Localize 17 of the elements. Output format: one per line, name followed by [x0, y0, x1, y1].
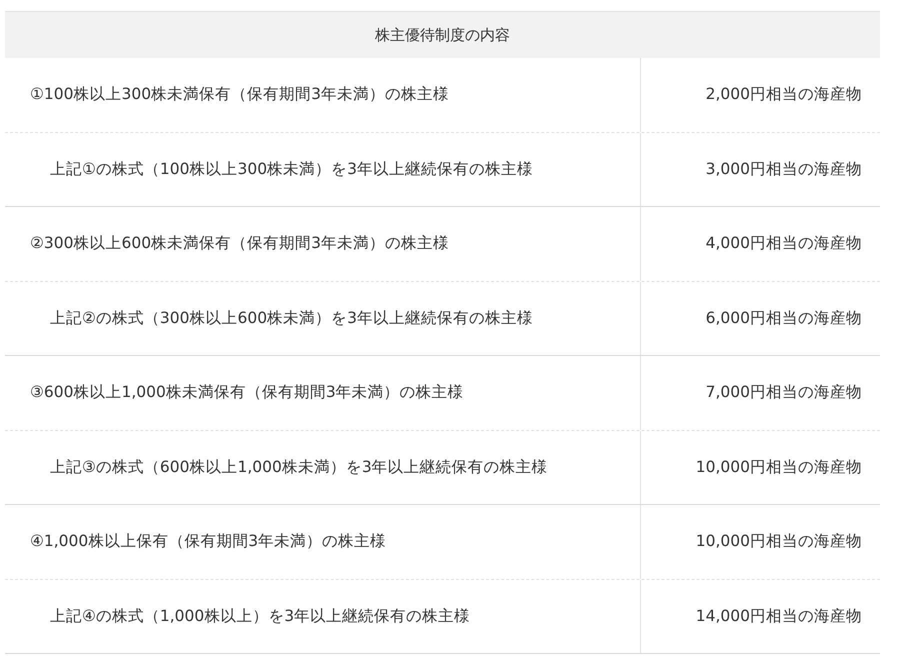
table-cell: 4,000円相当の海産物 [706, 233, 862, 254]
table-cell: 上記④の株式（1,000株以上）を3年以上継続保有の株主様 [50, 606, 470, 627]
table-cell: 上記③の株式（600株以上1,000株未満）を3年以上継続保有の株主様 [50, 456, 548, 478]
table-cell: 6,000円相当の海産物 [706, 308, 862, 329]
table-cell: 上記①の株式（100株以上300株未満）を3年以上継続保有の株主様 [50, 158, 533, 180]
table-cell: 10,000円相当の海産物 [696, 531, 862, 552]
table-cell: ①100株以上300株未満保有（保有期間3年未満）の株主様 [30, 84, 449, 106]
table-header: 株主優待制度の内容 [5, 12, 880, 58]
table-cell: ②300株以上600株未満保有（保有期間3年未満）の株主様 [30, 233, 449, 254]
table-cell: 2,000円相当の海産物 [706, 84, 862, 106]
table-cell: 3,000円相当の海産物 [706, 158, 862, 180]
table-cell: 上記②の株式（300株以上600株未満）を3年以上継続保有の株主様 [50, 308, 533, 329]
table-cell: ④1,000株以上保有（保有期間3年未満）の株主様 [30, 531, 386, 552]
table-cell: 14,000円相当の海産物 [696, 606, 862, 627]
table-cell: 7,000円相当の海産物 [706, 382, 862, 404]
table-cell: ③600株以上1,000株未満保有（保有期間3年未満）の株主様 [30, 382, 464, 404]
table-cell: 10,000円相当の海産物 [696, 456, 862, 478]
